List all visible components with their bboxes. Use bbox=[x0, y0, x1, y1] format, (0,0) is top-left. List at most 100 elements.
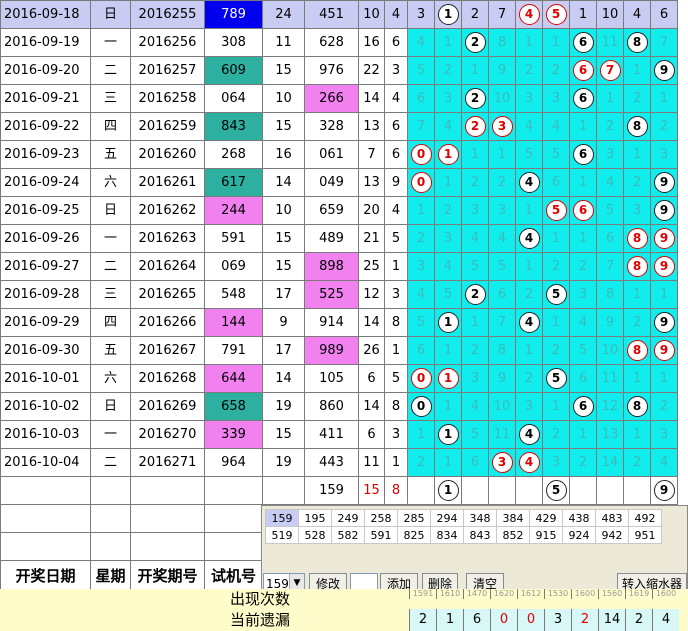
digit-cell: 5 bbox=[407, 308, 435, 337]
prediction-sum-cell: 15 bbox=[358, 476, 385, 505]
draw-number-cell: 411 bbox=[304, 420, 359, 449]
digit-cell: 1 bbox=[569, 0, 597, 29]
draw-number-cell: 328 bbox=[304, 112, 359, 141]
digit-ball: 5 bbox=[545, 480, 567, 501]
digit-ball: 1 bbox=[437, 424, 459, 445]
table-row[interactable]: 2016-10-04 二 2016271 964 19 443 11 1 2 1 6 3 4 3 2 14 2 4 bbox=[0, 448, 678, 477]
number-cell[interactable]: 492 bbox=[628, 509, 662, 527]
issue-cell: 2016259 bbox=[130, 112, 205, 141]
digit-ball: 0 bbox=[410, 144, 432, 165]
digit-ball: 4 bbox=[518, 172, 540, 193]
table-row[interactable]: 2016-10-01 六 2016268 644 14 105 6 5 0 1 3 9 2 5 6 11 1 1 bbox=[0, 364, 678, 393]
digit-cell: 9 bbox=[650, 196, 678, 225]
try-sum-cell: 15 bbox=[262, 252, 305, 281]
number-cell[interactable]: 942 bbox=[595, 526, 629, 544]
table-row[interactable]: 2016-09-27 二 2016264 069 15 898 25 1 3 4 5 5 1 2 2 7 8 9 bbox=[0, 252, 678, 281]
table-row[interactable]: 2016-10-02 日 2016269 658 19 860 14 8 0 1 4 10 3 1 6 12 8… bbox=[0, 392, 678, 421]
table-row[interactable]: 2016-09-18 日 2016255 789 24 451 10 4 3 1 2 7 4 5 1 10 4 6 bbox=[0, 0, 678, 29]
miss-cell: 0 bbox=[490, 609, 517, 631]
number-cell[interactable]: 591 bbox=[364, 526, 398, 544]
try-sum-cell: 19 bbox=[262, 392, 305, 421]
date-cell: 2016-09-21 bbox=[0, 84, 91, 113]
draw-sum-cell: 26 bbox=[358, 336, 385, 365]
number-cell[interactable]: 951 bbox=[628, 526, 662, 544]
empty-cell bbox=[0, 476, 91, 505]
digit-cell: 9 bbox=[488, 56, 516, 85]
issue-cell: 2016268 bbox=[130, 364, 205, 393]
table-row[interactable]: 2016-09-28 三 2016265 548 17 525 12 3 4 5 2 6 2 5 3 8 1 1 bbox=[0, 280, 678, 309]
number-cell[interactable]: 285 bbox=[397, 509, 431, 527]
number-cell[interactable]: 528 bbox=[298, 526, 332, 544]
digit-cell: 5 bbox=[434, 280, 462, 309]
issue-cell: 2016266 bbox=[130, 308, 205, 337]
number-cell[interactable]: 348 bbox=[463, 509, 497, 527]
number-cell[interactable]: 249 bbox=[331, 509, 365, 527]
table-row[interactable]: 2016-09-30 五 2016267 791 17 989 26 1 6 1 2 8 1 2 5 10 8 9 bbox=[0, 336, 678, 365]
number-cell[interactable]: 258 bbox=[364, 509, 398, 527]
number-cell[interactable]: 429 bbox=[529, 509, 563, 527]
table-row[interactable]: 2016-10-03 一 2016270 339 15 411 6 3 1 1 5 11 4 2 1 13 1 3 bbox=[0, 420, 678, 449]
digit-cell: 4 bbox=[569, 308, 597, 337]
number-cell[interactable]: 843 bbox=[463, 526, 497, 544]
table-row[interactable]: 2016-09-26 一 2016263 591 15 489 21 5 2 3 4 4 4 1 1 6 8 9 bbox=[0, 224, 678, 253]
number-cell[interactable]: 294 bbox=[430, 509, 464, 527]
weekday-cell: 二 bbox=[90, 56, 131, 85]
number-cell[interactable]: 519 bbox=[265, 526, 299, 544]
digit-cell: 1 bbox=[515, 28, 543, 57]
draw-sum-cell: 22 bbox=[358, 56, 385, 85]
digit-cell: 1 bbox=[407, 196, 435, 225]
table-row[interactable]: 2016-09-29 四 2016266 144 9 914 14 8 5 1 1 7 4 1 4 9 2 9 bbox=[0, 308, 678, 337]
draw-sum-cell: 14 bbox=[358, 392, 385, 421]
number-cell[interactable]: 195 bbox=[298, 509, 332, 527]
digit-cell: 1 bbox=[569, 112, 597, 141]
weekday-cell: 五 bbox=[90, 336, 131, 365]
digit-cell: 3 bbox=[515, 392, 543, 421]
number-cell[interactable]: 582 bbox=[331, 526, 365, 544]
digit-cell: 3 bbox=[596, 140, 624, 169]
digit-cell: 9 bbox=[650, 224, 678, 253]
number-cell[interactable]: 915 bbox=[529, 526, 563, 544]
digit-cell: 4 bbox=[515, 112, 543, 141]
number-cell[interactable]: 438 bbox=[562, 509, 596, 527]
digit-cell: 6 bbox=[461, 448, 489, 477]
table-row[interactable]: 2016-09-24 六 2016261 617 14 049 13 9 0 1 2 2 4 6 1 4 2 9 bbox=[0, 168, 678, 197]
digit-cell: 1 bbox=[488, 140, 516, 169]
number-cell[interactable]: 159 bbox=[265, 509, 299, 527]
date-cell: 2016-09-30 bbox=[0, 336, 91, 365]
count-cell: 1470 bbox=[463, 589, 490, 599]
number-cell[interactable]: 384 bbox=[496, 509, 530, 527]
weekday-header: 星期 bbox=[90, 560, 131, 593]
digit-cell: 4 bbox=[434, 112, 462, 141]
date-cell: 2016-09-25 bbox=[0, 196, 91, 225]
digit-ball: 2 bbox=[464, 88, 486, 109]
table-row[interactable]: 2016-09-23 五 2016260 268 16 061 7 6 0 1 1 1 5 5 6 3 1 3 bbox=[0, 140, 678, 169]
try-number-cell: 548 bbox=[204, 280, 263, 309]
span-cell: 8 bbox=[384, 392, 408, 421]
count-cell: 1600 bbox=[652, 589, 679, 599]
number-cell[interactable]: 852 bbox=[496, 526, 530, 544]
draw-number-cell: 989 bbox=[304, 336, 359, 365]
number-cell[interactable]: 924 bbox=[562, 526, 596, 544]
number-cell[interactable]: 834 bbox=[430, 526, 464, 544]
digit-cell: 0 bbox=[407, 392, 435, 421]
table-row[interactable]: 2016-09-21 三 2016258 064 10 266 14 4 6 3 2 10 3 3 6 1 2 1 bbox=[0, 84, 678, 113]
draw-number-cell: 451 bbox=[304, 0, 359, 29]
digit-cell: 1 bbox=[434, 392, 462, 421]
prediction-digit-cell bbox=[488, 476, 516, 505]
digit-cell: 0 bbox=[407, 168, 435, 197]
draw-sum-cell: 21 bbox=[358, 224, 385, 253]
digit-cell: 2 bbox=[407, 448, 435, 477]
digit-cell: 1 bbox=[434, 336, 462, 365]
digit-ball: 2 bbox=[464, 32, 486, 53]
number-cell[interactable]: 483 bbox=[595, 509, 629, 527]
digit-cell: 1 bbox=[434, 420, 462, 449]
digit-cell: 4 bbox=[596, 168, 624, 197]
number-cell[interactable]: 825 bbox=[397, 526, 431, 544]
draw-number-cell: 860 bbox=[304, 392, 359, 421]
digit-cell: 13 bbox=[596, 420, 624, 449]
table-row[interactable]: 2016-09-19 一 2016256 308 11 628 16 6 4 1 2 8 1 1 6 11 8 7 bbox=[0, 28, 678, 57]
table-row[interactable]: 2016-09-22 四 2016259 843 15 328 13 6 7 4 2 3 4 4 1 2 8 2 bbox=[0, 112, 678, 141]
table-row[interactable]: 2016-09-20 二 2016257 609 15 976 22 3 5 2 1 9 2 2 6 7 1 9 bbox=[0, 56, 678, 85]
empty-cell bbox=[90, 476, 131, 505]
table-row[interactable]: 2016-09-25 日 2016262 244 10 659 20 4 1 2 3 3 1 5 6 5 3 9 bbox=[0, 196, 678, 225]
